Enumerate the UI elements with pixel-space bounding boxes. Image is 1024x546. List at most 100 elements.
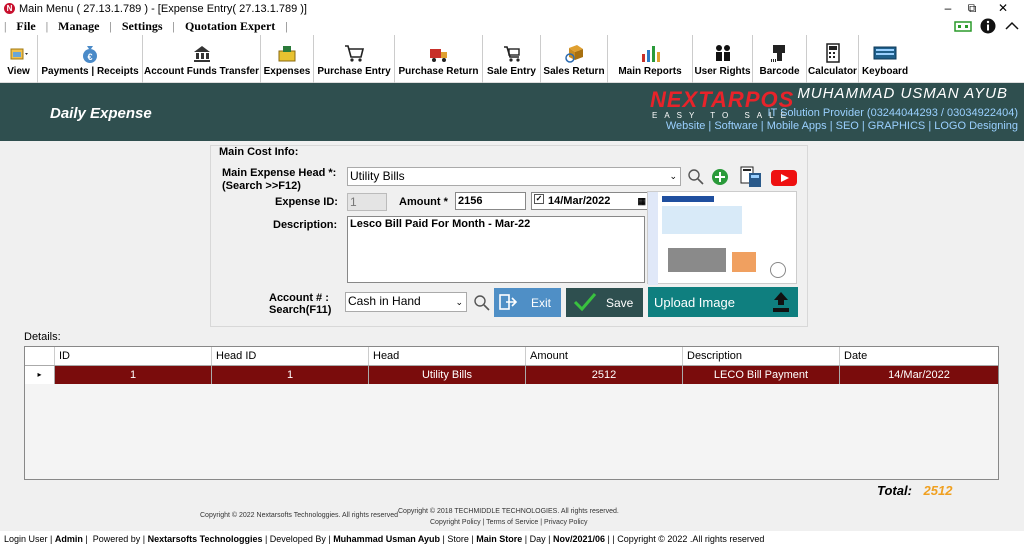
toolbar-payments-receipts-button[interactable]: € Payments | Receipts: [38, 35, 143, 83]
toolbar-label: Sales Return: [543, 66, 605, 77]
toolbar-label: Expenses: [263, 66, 311, 77]
company-tagline: IT Solution Provider (03244044293 / 0303…: [767, 107, 1018, 119]
total-label: Total:: [877, 483, 912, 498]
date-picker[interactable]: ✓ 14/Mar/2022 ▦: [531, 192, 649, 210]
account-value: Cash in Hand: [348, 294, 421, 308]
close-button[interactable]: ✕: [993, 0, 1013, 17]
toolbar-expenses-button[interactable]: Expenses: [261, 35, 314, 83]
cell-date[interactable]: 14/Mar/2022: [840, 366, 998, 384]
column-header-head[interactable]: Head: [369, 347, 526, 365]
toolbar-account-funds-transfer-button[interactable]: Account Funds Transfer: [143, 35, 261, 83]
toolbar-calculator-button[interactable]: Calculator: [807, 35, 859, 83]
info-icon[interactable]: [980, 18, 996, 34]
calculator-ledger-icon[interactable]: [739, 165, 763, 189]
status-day-label: Day: [529, 533, 546, 544]
cell-description[interactable]: LECO Bill Payment: [683, 366, 840, 384]
users-icon: [715, 45, 730, 61]
toolbar-barcode-button[interactable]: Barcode: [753, 35, 807, 83]
exit-label: Exit: [531, 296, 552, 310]
money-bag-icon: €: [83, 46, 97, 63]
window-title: Main Menu ( 27.13.1.789 ) - [Expense Ent…: [19, 2, 307, 15]
menu-settings[interactable]: Settings: [118, 19, 167, 34]
youtube-icon[interactable]: [771, 170, 797, 186]
restore-button[interactable]: ⧉: [962, 0, 982, 17]
app-logo-icon: N: [4, 3, 15, 14]
menu-quotation-expert[interactable]: Quotation Expert: [181, 19, 279, 34]
toolbar-label: Account Funds Transfer: [143, 66, 259, 77]
upload-image-button[interactable]: Upload Image: [648, 287, 798, 317]
save-label: Save: [606, 296, 634, 310]
main-cost-info-panel: Main Cost Info: Main Expense Head *: (Se…: [210, 145, 808, 327]
menu-separator: |: [109, 18, 112, 33]
upload-image-label: Upload Image: [654, 294, 735, 310]
status-copyright: Copyright © 2022 .All rights reserved: [617, 533, 765, 544]
cell-amount[interactable]: 2512: [526, 366, 683, 384]
column-header-head-id[interactable]: Head ID: [212, 347, 369, 365]
toolbar-label: View: [7, 66, 30, 77]
toolbar-purchase-entry-button[interactable]: Purchase Entry: [314, 35, 395, 83]
bill-image-orange-block: [732, 252, 756, 272]
expense-head-select[interactable]: Utility Bills ⌄: [347, 167, 681, 186]
exit-button[interactable]: Exit: [494, 288, 561, 317]
network-status-icon[interactable]: [954, 20, 972, 32]
status-developed: Muhammad Usman Ayub: [333, 533, 441, 544]
expense-id-field: 1: [347, 193, 387, 211]
company-links[interactable]: Website | Software | Mobile Apps | SEO |…: [666, 120, 1018, 132]
toolbar-sale-entry-button[interactable]: Sale Entry: [483, 35, 541, 83]
date-checkbox-icon[interactable]: ✓: [534, 194, 544, 204]
expense-head-label: Main Expense Head *:: [222, 167, 337, 179]
toolbar-label: Barcode: [759, 66, 800, 77]
menu-separator: |: [285, 18, 288, 33]
amount-field[interactable]: 2156: [455, 192, 526, 210]
account-select[interactable]: Cash in Hand ⌄: [345, 292, 467, 312]
toolbar-keyboard-button[interactable]: Keyboard: [859, 35, 911, 83]
calculator-icon: [825, 43, 840, 63]
save-button[interactable]: Save: [566, 288, 643, 317]
status-developed-label: Developed By: [269, 533, 326, 544]
toolbar-label: Keyboard: [861, 66, 909, 77]
cell-head[interactable]: Utility Bills: [369, 366, 526, 384]
menu-manage[interactable]: Manage: [54, 19, 103, 34]
bill-image-pie: [770, 262, 786, 278]
search-icon[interactable]: [473, 294, 491, 312]
grid-corner: [25, 347, 55, 365]
minimize-button[interactable]: –: [938, 0, 958, 17]
column-header-description[interactable]: Description: [683, 347, 840, 365]
bank-transfer-icon: [193, 46, 210, 62]
chevron-up-icon[interactable]: [1004, 20, 1020, 32]
toolbar-label: Payments | Receipts: [41, 66, 139, 77]
column-header-date[interactable]: Date: [840, 347, 998, 365]
checkmark-icon: [573, 293, 597, 312]
column-header-id[interactable]: ID: [55, 347, 212, 365]
calendar-icon[interactable]: ▦: [637, 193, 646, 209]
copyright-policy-links[interactable]: Copyright Policy | Terms of Service | Pr…: [430, 519, 588, 526]
cell-head-id[interactable]: 1: [212, 366, 369, 384]
row-selector-icon[interactable]: ▸: [25, 366, 55, 384]
menu-file[interactable]: File: [12, 19, 39, 34]
toolbar-label: User Rights: [694, 66, 751, 77]
toolbar-view-button[interactable]: View: [0, 35, 38, 83]
toolbar-purchase-return-button[interactable]: Purchase Return: [395, 35, 483, 83]
status-day: Nov/2021/06: [552, 533, 606, 544]
add-icon[interactable]: [711, 168, 729, 186]
bill-image-header: [662, 196, 714, 202]
total-summary: Total: 2512: [877, 483, 952, 498]
view-icon: [10, 48, 28, 60]
toolbar-user-rights-button[interactable]: User Rights: [693, 35, 753, 83]
toolbar-label: Sale Entry: [487, 66, 536, 77]
menu-separator: |: [4, 18, 7, 33]
toolbar-sales-return-button[interactable]: Sales Return: [541, 35, 608, 83]
toolbar-label: Calculator: [808, 66, 857, 77]
cell-id[interactable]: 1: [55, 366, 212, 384]
toolbar-main-reports-button[interactable]: Main Reports: [608, 35, 693, 83]
toolbar-label: Purchase Return: [398, 66, 479, 77]
menu-separator: |: [172, 18, 175, 33]
bill-image-meter-photo: [668, 248, 726, 272]
table-row[interactable]: ▸ 1 1 Utility Bills 2512 LECO Bill Payme…: [25, 366, 998, 384]
search-icon[interactable]: [687, 168, 705, 186]
page-title: Daily Expense: [50, 105, 152, 122]
description-field[interactable]: Lesco Bill Paid For Month - Mar-22: [347, 216, 645, 283]
status-login-user-label: Login User: [4, 533, 48, 544]
bill-image-preview: [647, 191, 797, 285]
column-header-amount[interactable]: Amount: [526, 347, 683, 365]
